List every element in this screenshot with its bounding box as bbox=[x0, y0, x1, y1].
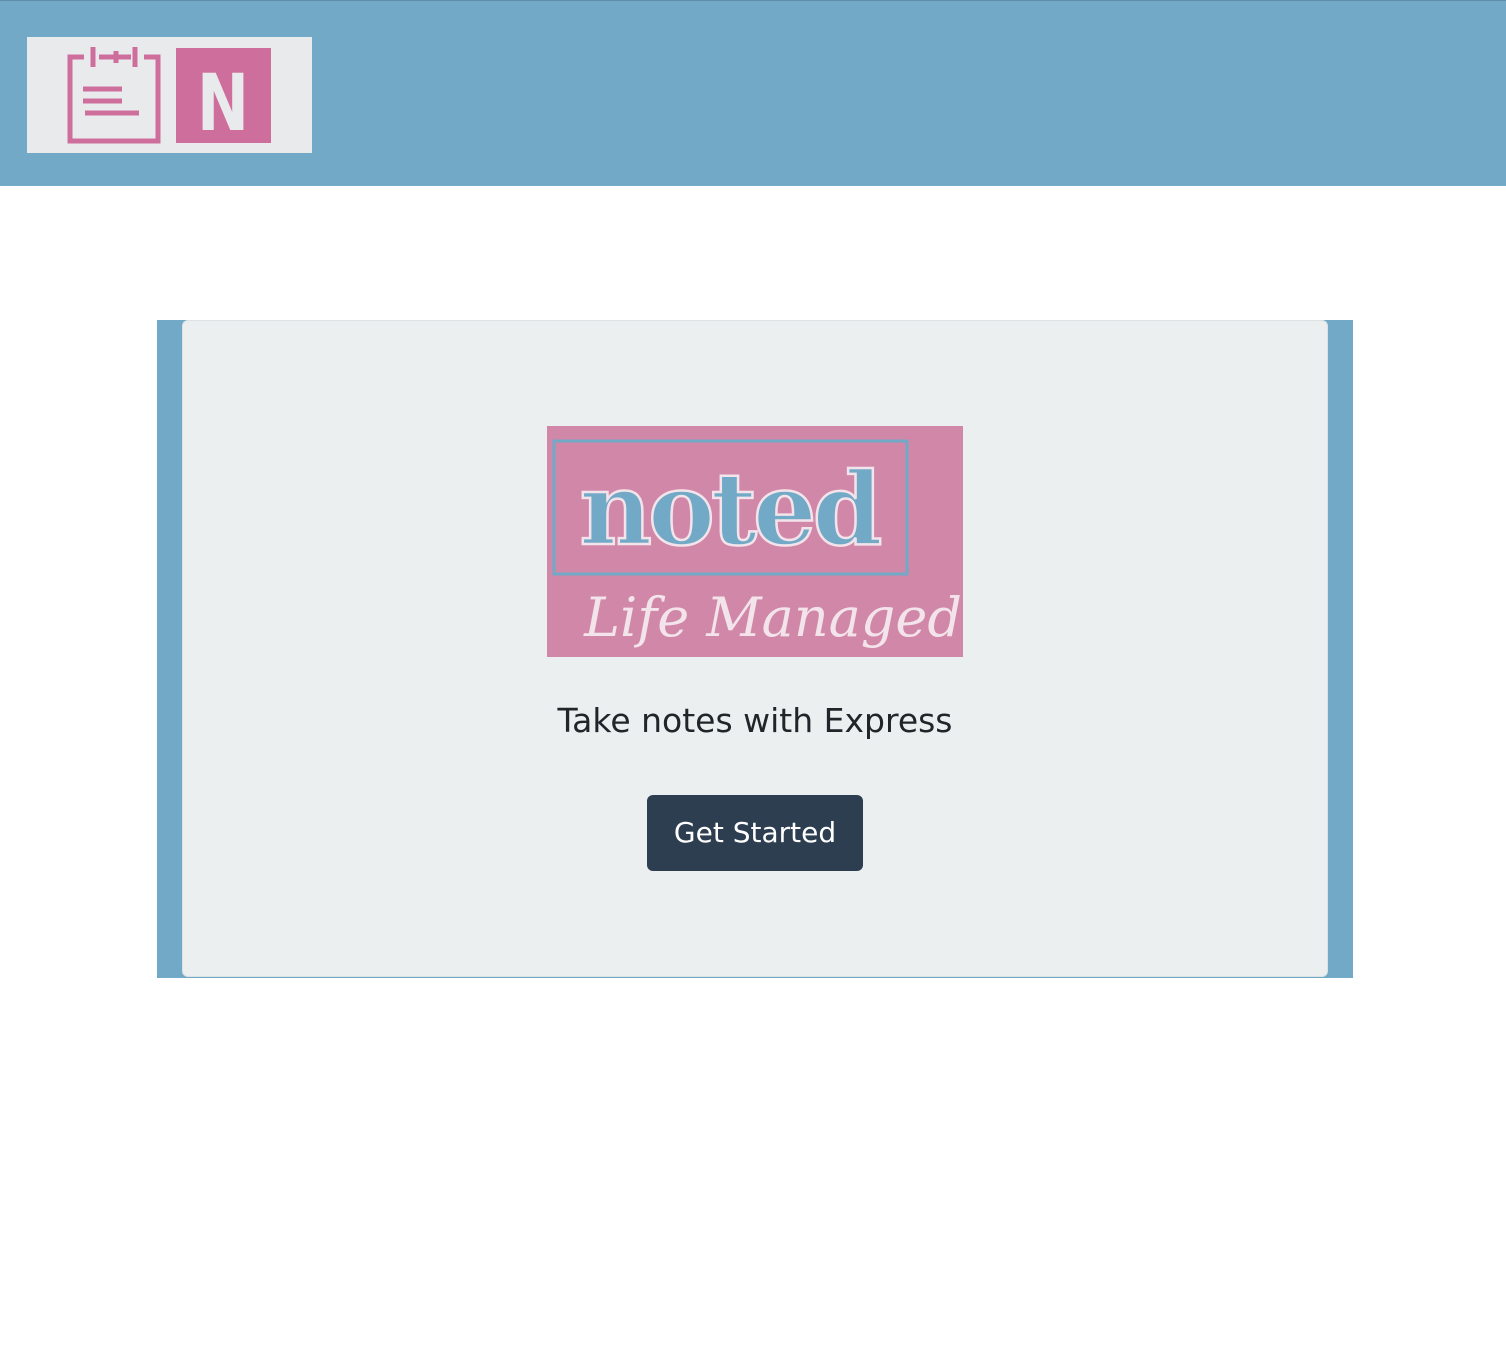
brand-logo[interactable]: N bbox=[27, 37, 312, 153]
noted-logo: noted Life Managed bbox=[547, 426, 963, 657]
get-started-button[interactable]: Get Started bbox=[647, 795, 863, 871]
logo-wordmark: noted bbox=[579, 450, 880, 568]
brand-letter: N bbox=[197, 57, 249, 149]
tagline: Take notes with Express bbox=[557, 701, 953, 740]
notepad-icon: N bbox=[67, 47, 271, 149]
navbar: N bbox=[0, 0, 1506, 186]
logo-slogan: Life Managed bbox=[583, 586, 962, 649]
